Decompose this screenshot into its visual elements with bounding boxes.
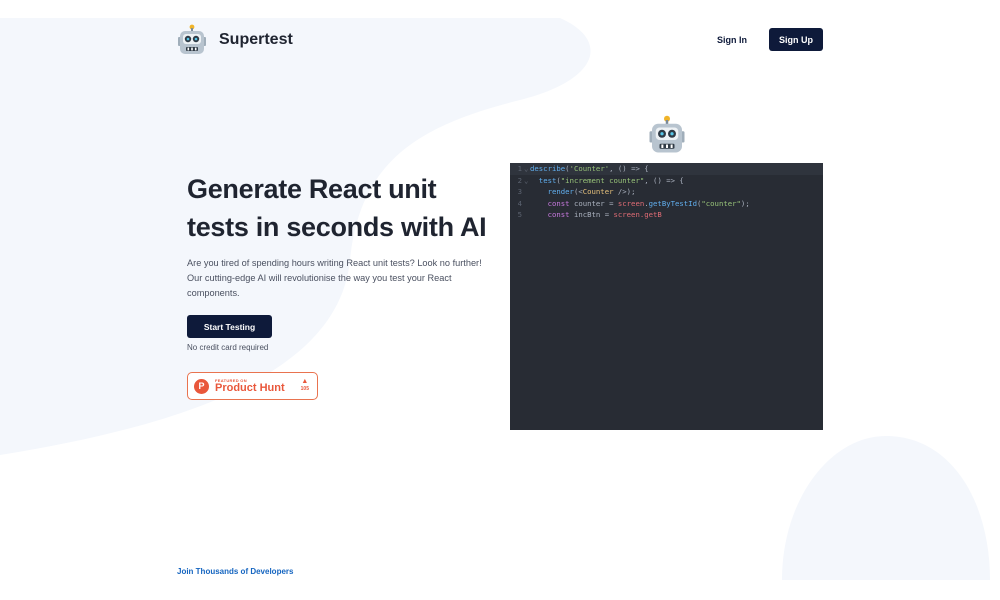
no-credit-card-note: No credit card required xyxy=(187,343,269,352)
code-line: 5 const incBtn = screen.getB xyxy=(510,209,823,221)
hero-section: Generate React unit tests in seconds wit… xyxy=(187,170,497,400)
line-number: 4 xyxy=(517,198,522,208)
line-number: 2 xyxy=(517,175,522,185)
hero-title: Generate React unit tests in seconds wit… xyxy=(187,170,497,246)
robot-mascot-icon xyxy=(649,115,685,153)
upvote-arrow-icon: ▲ xyxy=(301,378,309,385)
sign-in-link[interactable]: Sign In xyxy=(717,35,747,45)
join-developers-heading: Join Thousands of Developers xyxy=(177,567,294,576)
code-line: 2 ⌄ test("increment counter", () => { xyxy=(510,175,823,187)
start-testing-button[interactable]: Start Testing xyxy=(187,315,272,338)
hero-title-line-1: Generate React unit xyxy=(187,174,437,204)
code-line: 4 const counter = screen.getByTestId("co… xyxy=(510,198,823,210)
product-hunt-text: FEATURED ON Product Hunt xyxy=(215,378,285,394)
sign-up-button[interactable]: Sign Up xyxy=(769,28,823,51)
product-hunt-vote-count: 105 xyxy=(300,386,309,392)
line-number: 3 xyxy=(517,187,522,196)
code-line: 1 ⌄ describe('Counter', () => { xyxy=(510,163,823,175)
brand-name: Supertest xyxy=(219,31,293,48)
product-hunt-badge[interactable]: P FEATURED ON Product Hunt ▲ 105 xyxy=(187,372,318,400)
line-number: 1 xyxy=(517,164,522,173)
brand[interactable]: Supertest xyxy=(177,22,293,58)
site-header: Supertest Sign In Sign Up xyxy=(177,22,823,58)
code-editor[interactable]: 1 ⌄ describe('Counter', () => { 2 ⌄ test("i… xyxy=(510,163,823,430)
product-hunt-logo-icon: P xyxy=(194,378,209,394)
hero-title-line-2: tests in seconds with AI xyxy=(187,212,487,242)
header-nav: Sign In Sign Up xyxy=(717,28,823,51)
hero-description: Are you tired of spending hours writing … xyxy=(187,258,482,298)
robot-logo-icon xyxy=(178,24,206,54)
code-line: 3 render(<Counter />); xyxy=(510,186,823,198)
line-number: 5 xyxy=(517,210,522,219)
product-hunt-name: Product Hunt xyxy=(215,382,285,394)
product-hunt-votes: ▲ 105 xyxy=(301,377,309,392)
